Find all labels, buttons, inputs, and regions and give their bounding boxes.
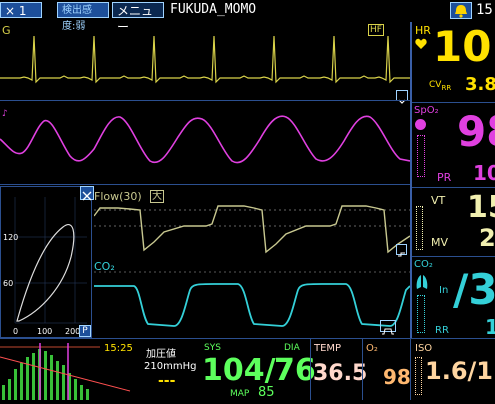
- loop-x-tick: 0: [13, 327, 19, 336]
- loop-curve: [16, 224, 75, 322]
- spo2-wave-panel: ♪: [0, 101, 410, 184]
- co2-value: /3: [453, 265, 495, 314]
- loop-p-button[interactable]: P: [79, 325, 91, 337]
- loop-x-tick: 100: [37, 327, 53, 336]
- temp-label: TEMP: [314, 343, 342, 354]
- cv-label-text: CV: [429, 80, 442, 90]
- co2-waveform: [94, 283, 410, 327]
- co2-panel: CO₂ In /3 RR 1: [413, 257, 495, 339]
- iso-label: ISO: [415, 343, 433, 354]
- close-icon: [82, 191, 92, 201]
- mv-label: MV: [431, 236, 449, 249]
- spo2-waveform: [0, 115, 410, 164]
- iso-panel: ISO 1.6/1.: [411, 339, 495, 400]
- nibp-panel: 加圧値 210mmHg --- SYS DIA 104/ 76 MAP 85: [138, 339, 316, 400]
- loop-x-tick: 200: [65, 327, 81, 336]
- pr-label: PR: [437, 171, 452, 184]
- temp-panel: TEMP 36.5: [311, 339, 367, 400]
- hr-panel: HR 10 CVRR 3.8: [413, 22, 495, 102]
- cv-value: 3.8: [465, 74, 495, 95]
- rr-label: RR: [435, 325, 449, 336]
- spo2-value: 98: [457, 107, 495, 156]
- sys-label: SYS: [204, 343, 221, 353]
- cv-sub: RR: [441, 83, 452, 92]
- co2-bar: [417, 295, 425, 333]
- heart-icon: [415, 38, 427, 49]
- ventilation-panel: VT 15 MV 2: [413, 188, 495, 256]
- loop-close-button[interactable]: [80, 186, 94, 201]
- cuff-status: ---: [158, 373, 176, 389]
- alarm-bell-button[interactable]: [450, 2, 472, 19]
- iso-bar: [415, 357, 422, 395]
- o2-label: O₂: [366, 343, 378, 354]
- patient-name: FUKUDA_MOMO: [170, 2, 257, 17]
- spo2-panel: SpO₂ 98 PR 10: [413, 103, 495, 187]
- o2-panel: O₂ 98: [363, 339, 411, 400]
- flow-volume-loop: 120 60 0 100 200 P: [0, 186, 92, 338]
- flow-scale-button[interactable]: [396, 244, 407, 257]
- bell-icon: [455, 5, 467, 18]
- bed-button[interactable]: × 1: [0, 2, 42, 18]
- ecg-panel: G HF: [0, 22, 410, 104]
- rr-value: 1: [485, 315, 495, 339]
- co2-label: CO₂: [414, 259, 433, 270]
- cv-label: CVRR: [429, 80, 451, 92]
- flow-wave-panel: Flow(30) 大: [94, 186, 410, 257]
- spo2-wave-marker: ♪: [2, 109, 8, 119]
- pr-value: 10: [473, 161, 495, 185]
- trend-panel: 15:25: [0, 339, 135, 400]
- vt-label: VT: [431, 194, 446, 207]
- hr-label: HR: [415, 24, 431, 37]
- dia-label: DIA: [284, 343, 300, 353]
- divider: [0, 184, 410, 185]
- mv-value: 2: [479, 224, 495, 252]
- hr-value: 10: [433, 22, 492, 71]
- spo2-label: SpO₂: [414, 105, 439, 116]
- loop-y-tick: 60: [3, 279, 14, 288]
- map-label: MAP: [230, 389, 250, 399]
- co2-scale-button[interactable]: [380, 320, 396, 335]
- capno-icon: [382, 328, 394, 335]
- sensitivity-button[interactable]: 検出感度:弱: [57, 2, 109, 32]
- vt-value: 15: [467, 190, 495, 225]
- ecg-waveform: [0, 35, 410, 84]
- perfusion-bar: [417, 135, 425, 177]
- o2-value: 98: [383, 365, 411, 389]
- co2-wave-panel: CO₂: [94, 256, 410, 338]
- vertical-divider: [410, 22, 412, 338]
- flow-waveform: [94, 205, 410, 254]
- loop-y-tick: 120: [3, 233, 19, 242]
- lungs-icon: [416, 275, 428, 289]
- sys-value: 104/: [202, 353, 276, 388]
- iso-value: 1.6/1.: [425, 357, 495, 385]
- trend-time: 15:25: [104, 343, 133, 354]
- pulse-indicator: [415, 119, 426, 130]
- clock: 15:: [476, 2, 495, 18]
- cuff-pressure-value: 210mmHg: [144, 361, 197, 372]
- map-value: 85: [258, 385, 275, 400]
- vent-bar: [416, 206, 423, 250]
- temp-value: 36.5: [313, 361, 368, 386]
- top-bar: × 1 検出感度:弱 メニュー FUKUDA_MOMO 15:: [0, 0, 495, 34]
- menu-button[interactable]: メニュー: [112, 2, 164, 34]
- co2-in-label: In: [439, 285, 449, 296]
- cuff-pressure-title: 加圧値: [146, 349, 176, 360]
